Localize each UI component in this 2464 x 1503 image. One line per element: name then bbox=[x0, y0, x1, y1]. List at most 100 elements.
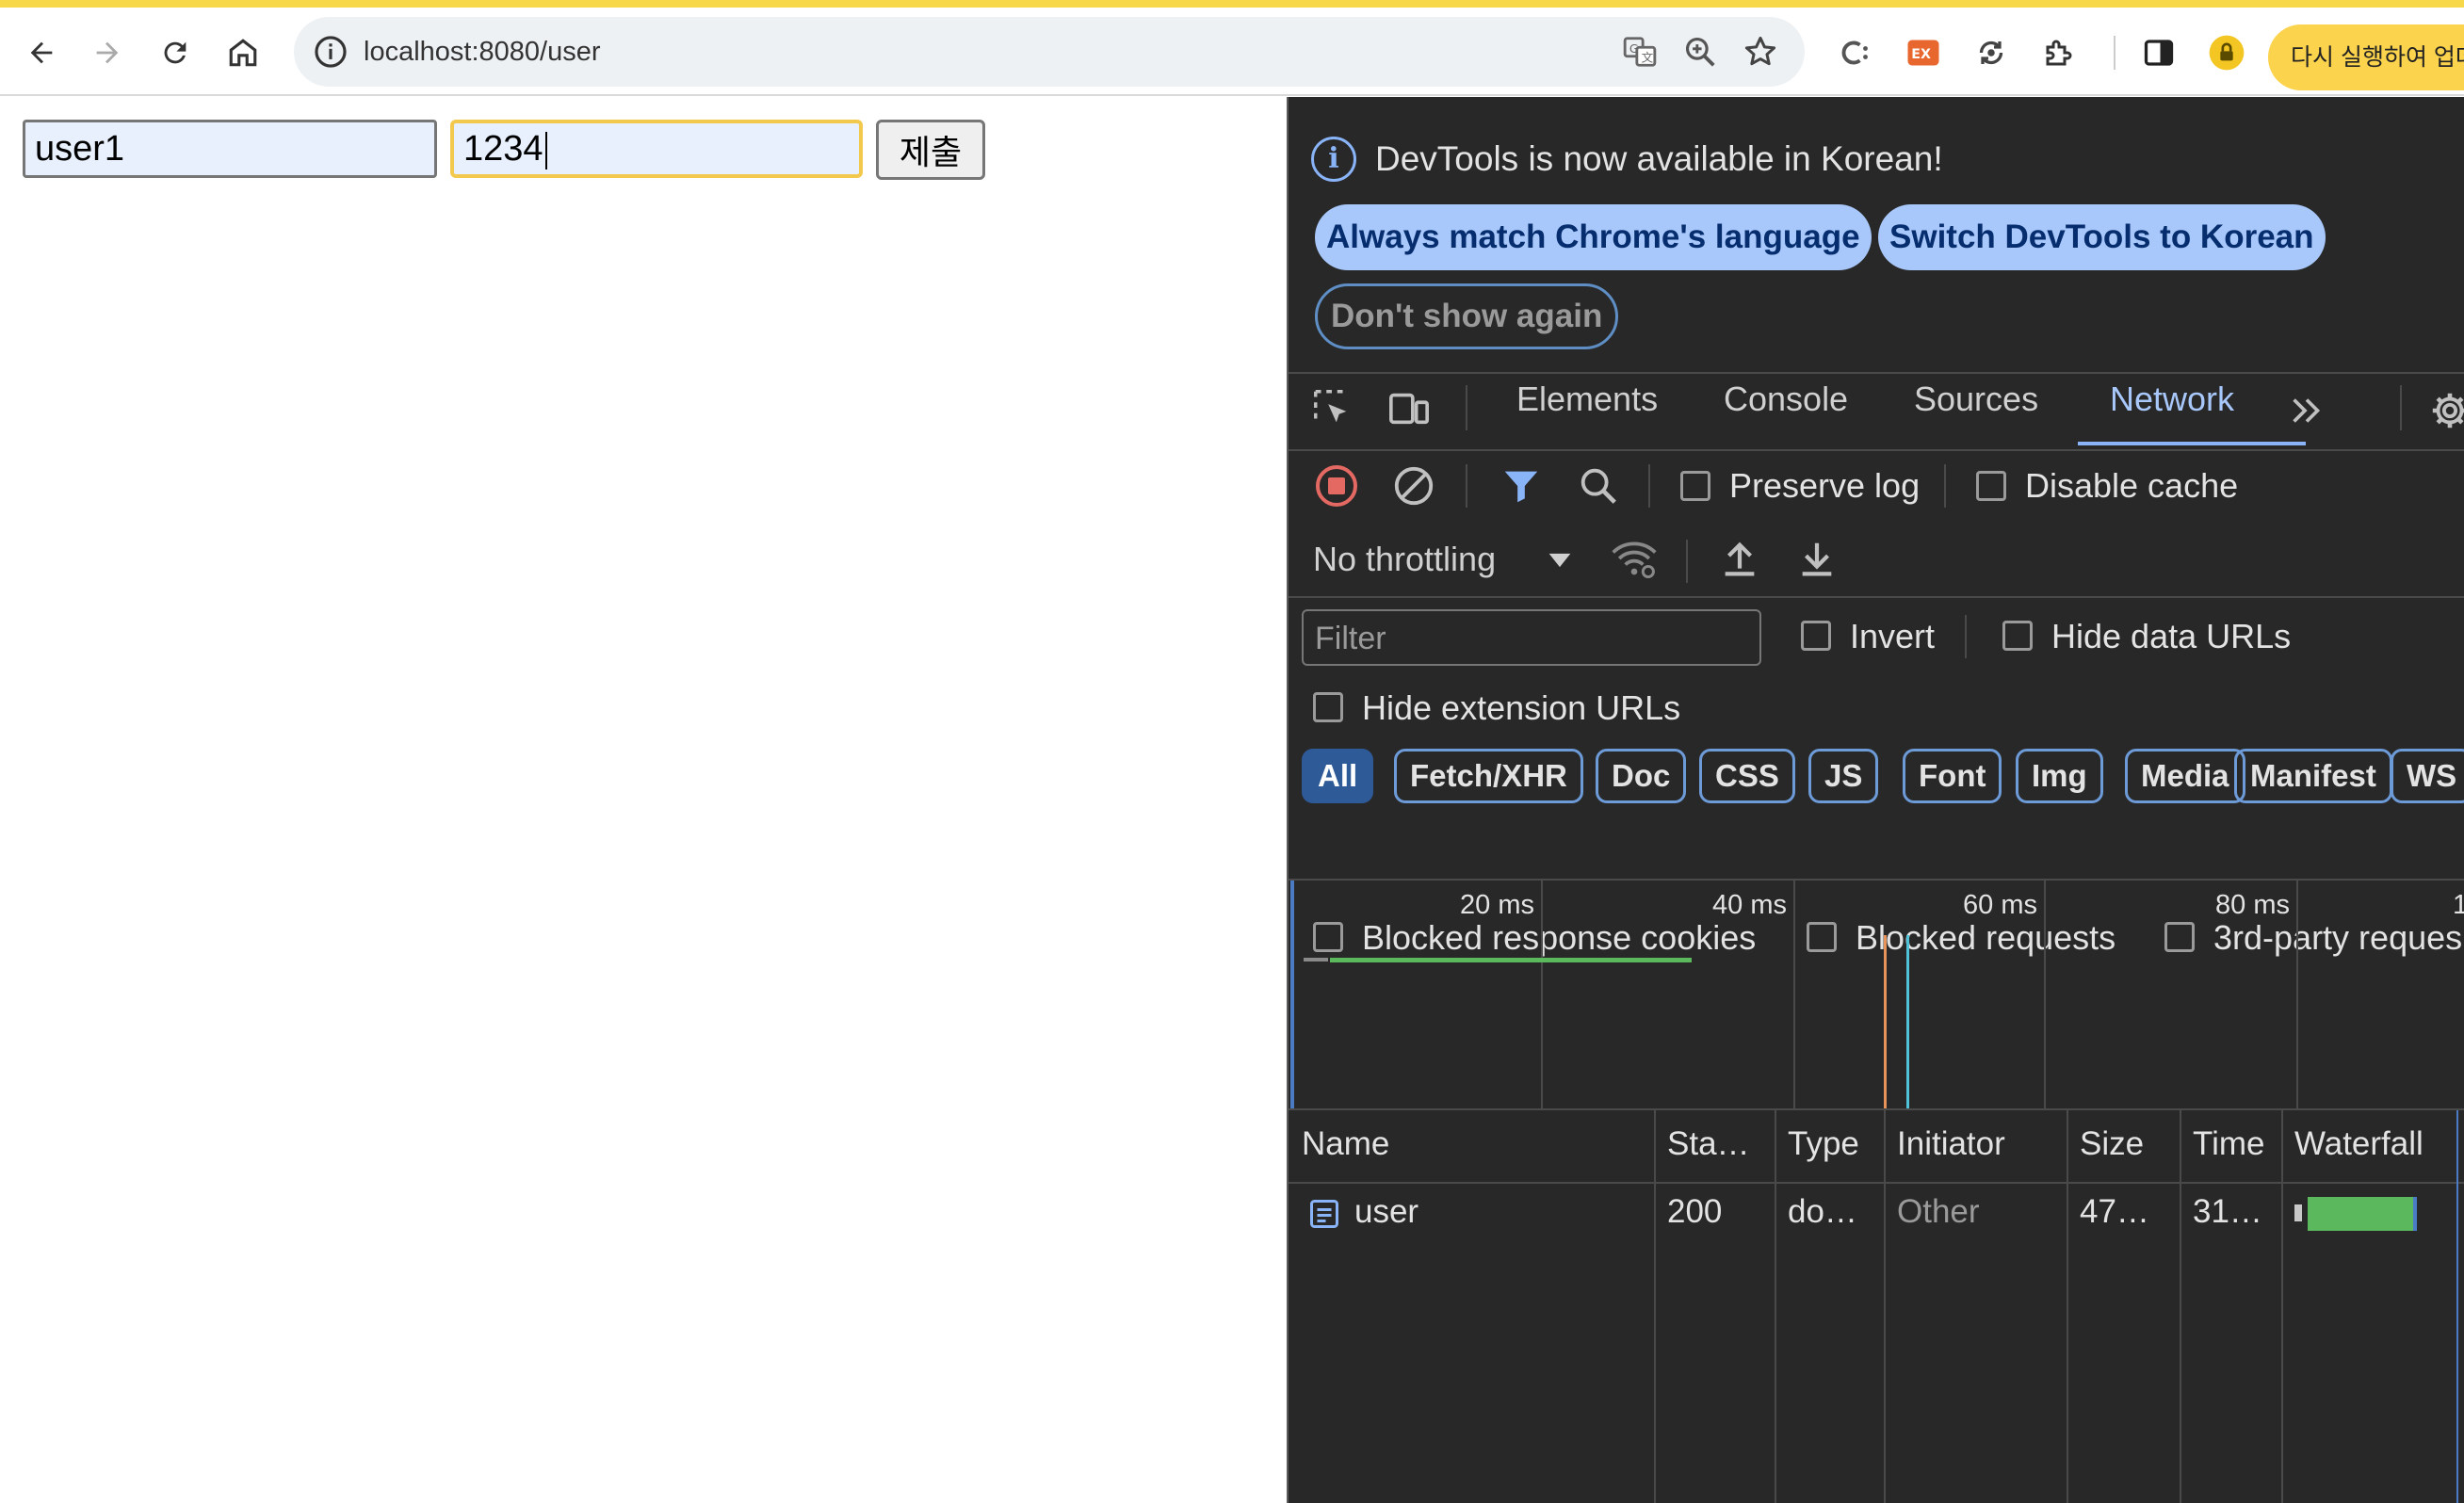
type-filter-doc[interactable]: Doc bbox=[1596, 749, 1687, 803]
type-filter-manifest[interactable]: Manifest bbox=[2234, 749, 2392, 803]
address-bar[interactable]: localhost:8080/user G文 bbox=[294, 17, 1805, 87]
document-icon bbox=[1305, 1195, 1343, 1233]
type-filter-img[interactable]: Img bbox=[2016, 749, 2103, 803]
request-name[interactable]: user bbox=[1354, 1193, 1418, 1231]
hide-extension-urls-checkbox[interactable] bbox=[1313, 692, 1343, 722]
request-time: 31… bbox=[2193, 1193, 2262, 1230]
filter-funnel-icon[interactable] bbox=[1498, 462, 1545, 509]
timeline-selection-handle[interactable] bbox=[1290, 881, 1294, 1110]
text-caret bbox=[544, 131, 547, 170]
bookmark-star-icon[interactable] bbox=[1743, 34, 1778, 70]
settings-gear-icon[interactable] bbox=[2424, 385, 2464, 436]
column-header-3[interactable]: Initiator bbox=[1897, 1125, 2005, 1163]
tabbar-divider bbox=[1466, 385, 1467, 430]
timeline-tick-label: 40 ms bbox=[1712, 890, 1787, 920]
relaunch-update-button[interactable]: 다시 실행하여 업데 bbox=[2268, 24, 2464, 90]
home-icon bbox=[229, 39, 257, 67]
disable-cache-checkbox[interactable] bbox=[1976, 471, 2006, 501]
tabbar-top-border bbox=[1289, 372, 2464, 374]
profile-avatar-icon[interactable] bbox=[2208, 34, 2245, 72]
toolbar-divider-a bbox=[1466, 464, 1467, 508]
timeline-load-marker bbox=[1884, 935, 1887, 1108]
type-filter-css[interactable]: CSS bbox=[1699, 749, 1795, 803]
timeline-waiting-bar bbox=[1304, 958, 1328, 962]
extension-c-icon[interactable] bbox=[1837, 34, 1874, 72]
filter-input[interactable]: Filter bbox=[1302, 609, 1761, 666]
tab-elements[interactable]: Elements bbox=[1516, 380, 1658, 419]
tabbar-bottom-border bbox=[1289, 449, 2464, 451]
type-filter-all[interactable]: All bbox=[1302, 749, 1374, 803]
hide-extension-urls-label: Hide extension URLs bbox=[1362, 688, 1681, 727]
submit-button[interactable]: 제출 bbox=[876, 120, 985, 180]
username-input[interactable]: user1 bbox=[23, 120, 437, 178]
translate-icon[interactable]: G文 bbox=[1622, 34, 1658, 70]
network-conditions-wifi-icon[interactable] bbox=[1609, 536, 1660, 583]
column-header-0[interactable]: Name bbox=[1302, 1125, 1389, 1163]
active-tab-underline bbox=[2078, 442, 2306, 445]
filter-placeholder: Filter bbox=[1315, 621, 1386, 656]
timeline-gridline bbox=[1793, 881, 1795, 1110]
request-type: do… bbox=[1788, 1193, 1857, 1230]
hide-data-urls-label: Hide data URLs bbox=[2051, 617, 2292, 655]
import-har-upload-icon[interactable] bbox=[1716, 536, 1763, 583]
page-content: user1 1234 제출 bbox=[0, 97, 1287, 1503]
preserve-log-checkbox[interactable] bbox=[1680, 471, 1710, 501]
forward-button[interactable] bbox=[83, 28, 132, 77]
overview-bottom-border bbox=[1289, 1108, 2464, 1110]
zoom-icon[interactable] bbox=[1682, 34, 1718, 70]
request-size: 47… bbox=[2080, 1193, 2149, 1230]
column-header-1[interactable]: Sta… bbox=[1667, 1125, 1750, 1163]
type-filter-js[interactable]: JS bbox=[1808, 749, 1879, 803]
timeline-tick-label: 20 ms bbox=[1460, 890, 1534, 920]
blocked-response-cookies-checkbox[interactable] bbox=[1313, 922, 1343, 952]
more-tabs-chevron-icon[interactable] bbox=[2281, 385, 2332, 436]
toolbar-divider-b bbox=[1648, 464, 1650, 508]
column-header-6[interactable]: Waterfall bbox=[2294, 1125, 2423, 1163]
inspect-element-icon[interactable] bbox=[1309, 385, 1354, 430]
request-status: 200 bbox=[1667, 1193, 1723, 1230]
dropdown-arrow-icon[interactable] bbox=[1541, 541, 1579, 579]
column-header-5[interactable]: Time bbox=[2193, 1125, 2264, 1163]
url-text[interactable]: localhost:8080/user bbox=[364, 34, 601, 70]
always-match-language-button[interactable]: Always match Chrome's language bbox=[1315, 204, 1872, 270]
record-stop-icon[interactable] bbox=[1313, 462, 1360, 509]
info-icon: i bbox=[1311, 137, 1356, 182]
timeline-gridline bbox=[2044, 881, 2046, 1110]
toolbar-divider-c bbox=[1944, 464, 1946, 508]
hide-data-urls-checkbox[interactable] bbox=[2002, 621, 2033, 651]
third-party-requests-checkbox[interactable] bbox=[2164, 922, 2195, 952]
side-panel-icon[interactable] bbox=[2140, 34, 2178, 72]
devtools-panel: i DevTools is now available in Korean! A… bbox=[1287, 97, 2464, 1503]
invert-checkbox[interactable] bbox=[1801, 621, 1831, 651]
extensions-puzzle-icon[interactable] bbox=[2040, 34, 2078, 72]
waterfall-end-marker bbox=[2413, 1197, 2417, 1231]
home-button[interactable] bbox=[219, 28, 267, 77]
toolbar-divider-d bbox=[1686, 540, 1688, 583]
site-info-icon[interactable] bbox=[313, 34, 349, 70]
clear-log-icon[interactable] bbox=[1390, 462, 1437, 509]
reload-icon bbox=[164, 41, 186, 64]
type-filter-media[interactable]: Media bbox=[2125, 749, 2245, 803]
column-header-2[interactable]: Type bbox=[1788, 1125, 1859, 1163]
type-filter-fetch-xhr[interactable]: Fetch/XHR bbox=[1394, 749, 1583, 803]
type-filter-ws[interactable]: WS bbox=[2391, 749, 2464, 803]
extension-ex-icon[interactable]: EX bbox=[1905, 34, 1942, 72]
device-toolbar-icon[interactable] bbox=[1386, 385, 1432, 430]
password-input[interactable]: 1234 bbox=[450, 120, 863, 178]
switch-to-korean-button[interactable]: Switch DevTools to Korean bbox=[1878, 204, 2326, 270]
search-icon[interactable] bbox=[1575, 462, 1622, 509]
tab-sources[interactable]: Sources bbox=[1914, 380, 2038, 419]
dont-show-again-button[interactable]: Don't show again bbox=[1315, 283, 1619, 349]
tab-console[interactable]: Console bbox=[1724, 380, 1848, 419]
back-button[interactable] bbox=[17, 28, 66, 77]
throttling-select[interactable]: No throttling bbox=[1313, 540, 1496, 579]
column-header-4[interactable]: Size bbox=[2080, 1125, 2144, 1163]
header-bottom-border bbox=[1289, 1182, 2464, 1184]
window-top-stripe bbox=[0, 0, 2464, 8]
reload-button[interactable] bbox=[151, 28, 200, 77]
tab-network[interactable]: Network bbox=[2110, 380, 2234, 419]
blocked-requests-checkbox[interactable] bbox=[1807, 922, 1837, 952]
export-har-download-icon[interactable] bbox=[1793, 536, 1840, 583]
type-filter-font[interactable]: Font bbox=[1903, 749, 2002, 803]
extension-sync-icon[interactable] bbox=[1972, 34, 2010, 72]
